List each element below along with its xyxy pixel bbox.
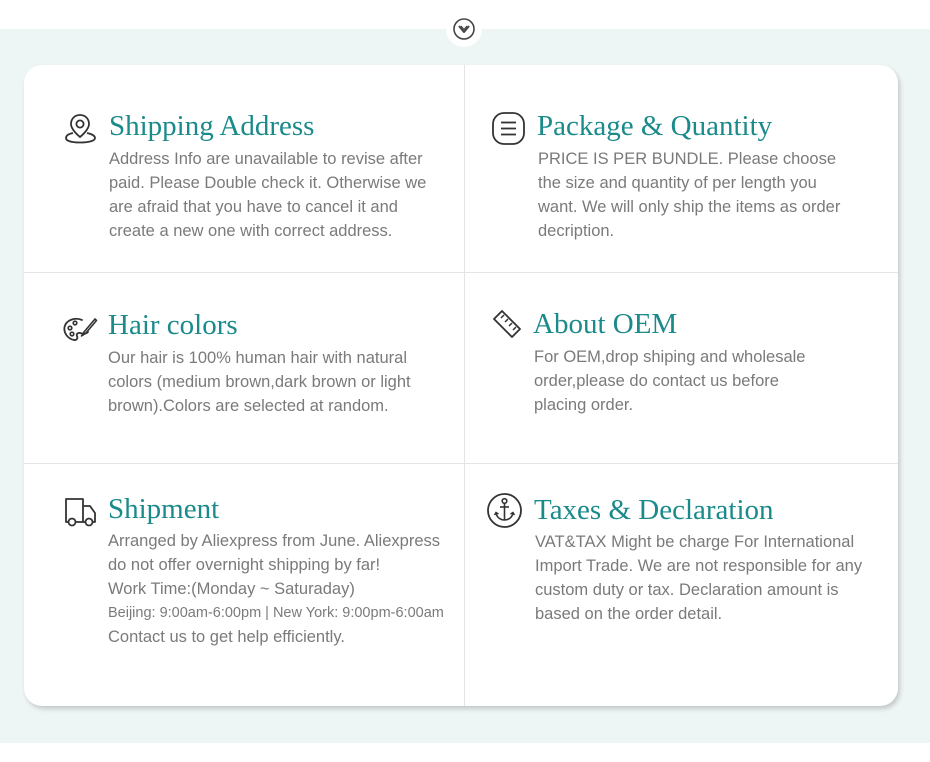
truck-icon <box>65 498 96 527</box>
collapse-toggle[interactable] <box>446 11 482 47</box>
column-divider <box>464 65 465 706</box>
list-icon <box>492 112 525 145</box>
text-line: paid. Please Double check it. Otherwise … <box>109 174 427 192</box>
shipment-title: Shipment <box>108 493 220 525</box>
about-oem-text: For OEM,drop shiping and wholesale order… <box>534 345 805 417</box>
text-line: Our hair is 100% human hair with natural <box>108 349 407 367</box>
text-line: Arranged by Aliexpress from June. Aliexp… <box>108 532 440 550</box>
shipping-address-title: Shipping Address <box>109 110 315 142</box>
text-line: Address Info are unavailable to revise a… <box>109 150 423 168</box>
text-line: Work Time:(Monday ~ Saturaday) <box>108 580 355 598</box>
text-line: the size and quantity of per length you <box>538 174 817 192</box>
text-line: custom duty or tax. Declaration amount i… <box>535 581 839 599</box>
text-line: Import Trade. We are not responsible for… <box>535 557 863 575</box>
shipping-address-text: Address Info are unavailable to revise a… <box>109 147 426 243</box>
text-line: Beijing: 9:00am-6:00pm | New York: 9:00p… <box>108 605 444 621</box>
taxes-declaration-text: VAT&TAX Might be charge For Internationa… <box>535 530 862 626</box>
row-divider <box>24 272 898 273</box>
text-line: VAT&TAX Might be charge For Internationa… <box>535 533 855 551</box>
text-line: create a new one with correct address. <box>109 222 393 240</box>
text-line: brown).Colors are selected at random. <box>108 397 389 415</box>
hair-colors-title: Hair colors <box>108 309 238 341</box>
ruler-icon <box>493 310 521 338</box>
text-line: order,please do contact us before <box>534 372 779 390</box>
chevron-down-icon <box>453 18 475 40</box>
location-pin-icon <box>65 114 96 144</box>
info-card: Shipping Address Address Info are unavai… <box>24 65 898 706</box>
hair-colors-text: Our hair is 100% human hair with natural… <box>108 346 411 418</box>
text-line: do not offer overnight shipping by far! <box>108 556 381 574</box>
row-divider <box>24 463 898 464</box>
package-quantity-text: PRICE IS PER BUNDLE. Please choose the s… <box>538 147 840 243</box>
text-line: Contact us to get help efficiently. <box>108 628 345 646</box>
text-line: PRICE IS PER BUNDLE. Please choose <box>538 150 837 168</box>
text-line: based on the order detail. <box>535 605 723 623</box>
shipment-text: Arranged by Aliexpress from June. Aliexp… <box>108 529 444 649</box>
text-line: want. We will only ship the items as ord… <box>538 198 841 216</box>
text-line: decription. <box>538 222 615 240</box>
text-line: For OEM,drop shiping and wholesale <box>534 348 806 366</box>
text-line: colors (medium brown,dark brown or light <box>108 373 411 391</box>
taxes-declaration-title: Taxes & Declaration <box>534 494 774 526</box>
anchor-icon <box>487 493 522 528</box>
about-oem-title: About OEM <box>533 308 678 340</box>
palette-icon <box>63 317 98 341</box>
text-line: are afraid that you have to cancel it an… <box>109 198 398 216</box>
text-line: placing order. <box>534 396 634 414</box>
package-quantity-title: Package & Quantity <box>537 110 773 142</box>
